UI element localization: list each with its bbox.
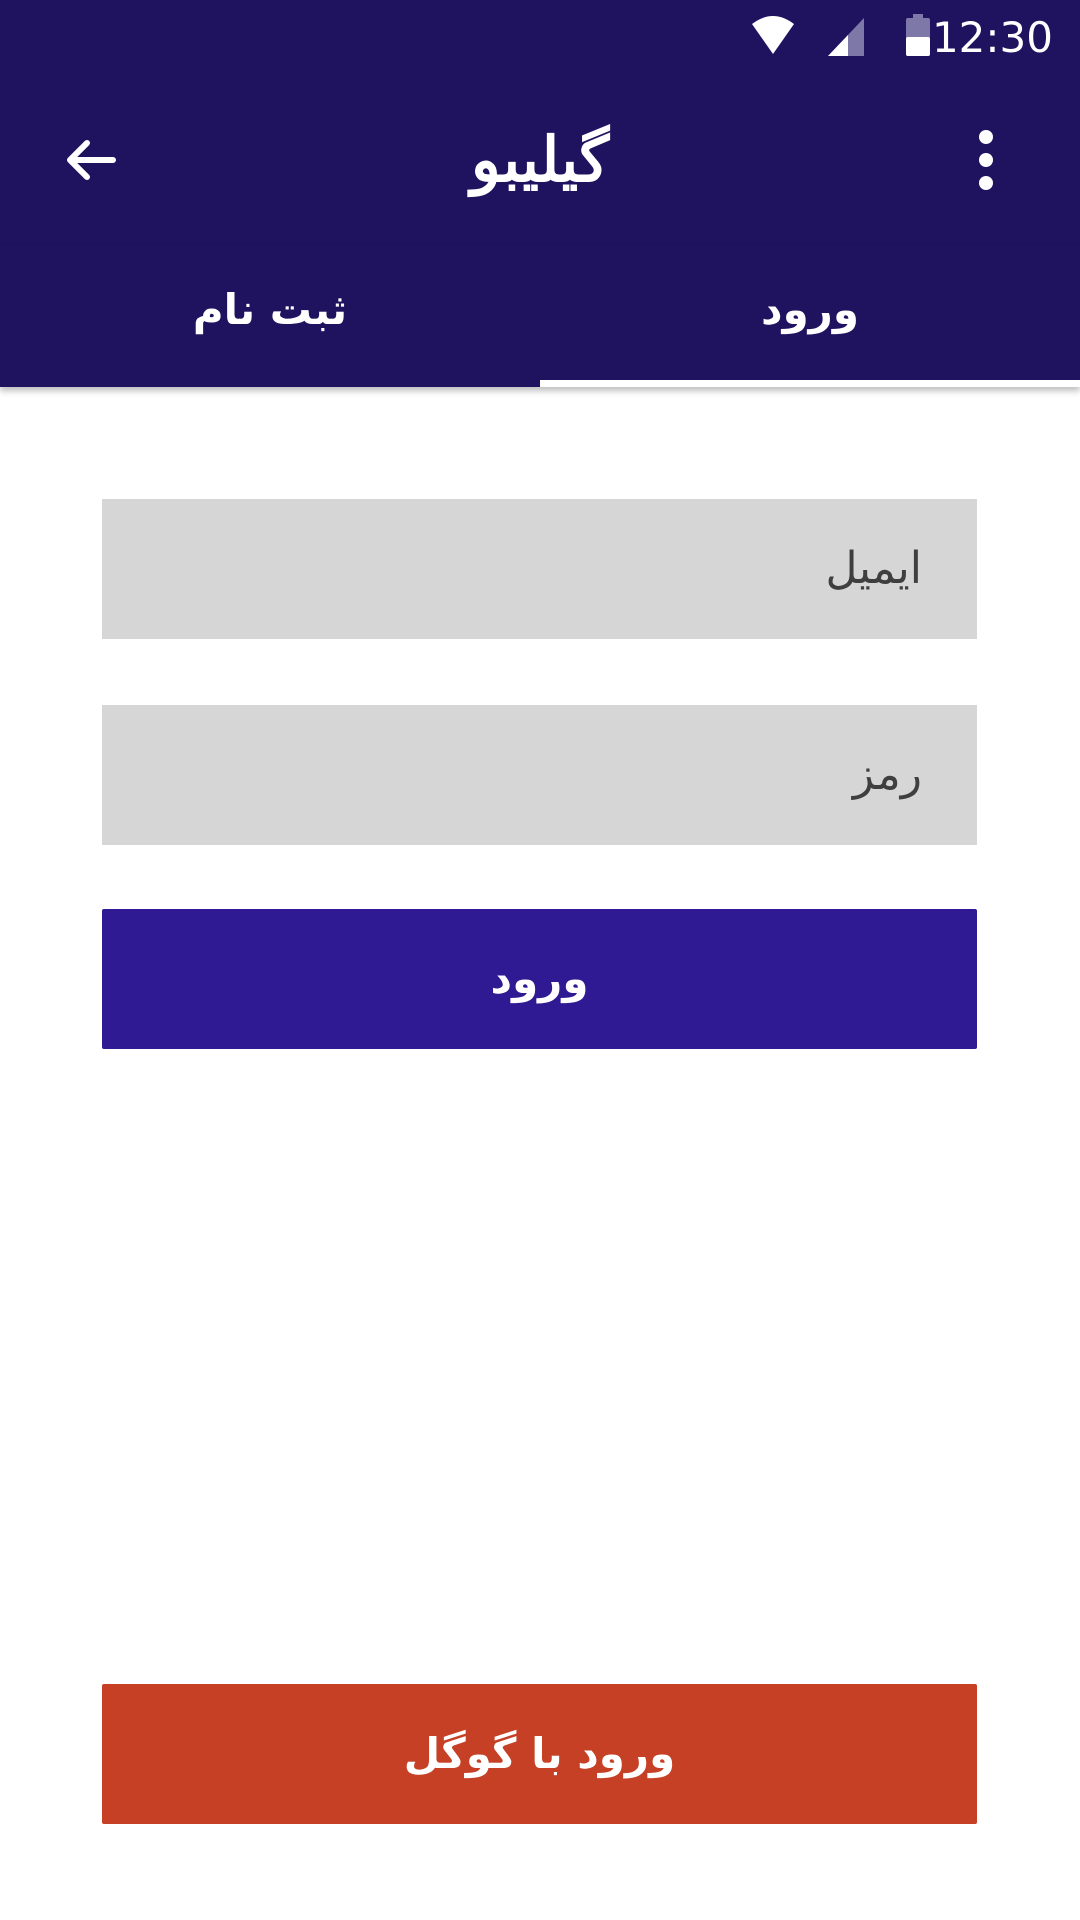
more-vert-icon <box>979 130 993 190</box>
overflow-menu-button[interactable] <box>958 125 1014 195</box>
status-time: 12:30 <box>931 13 1053 62</box>
password-placeholder: رمز <box>852 749 922 800</box>
tab-login[interactable]: ورود <box>540 245 1080 387</box>
login-button[interactable]: ورود <box>102 909 977 1049</box>
google-login-button[interactable]: ورود با گوگل <box>102 1684 977 1824</box>
status-bar: 12:30 <box>0 0 1080 75</box>
password-field[interactable]: رمز <box>102 705 977 845</box>
app-bar: گیلیبو <box>0 75 1080 245</box>
app-title: گیلیبو <box>470 123 610 196</box>
tab-selected-indicator <box>540 380 1080 387</box>
tab-register[interactable]: ثبت نام <box>0 245 540 387</box>
cellular-signal-icon <box>828 18 864 56</box>
email-placeholder: ایمیل <box>825 543 922 594</box>
tab-bar: ثبت نام ورود <box>0 245 1080 387</box>
email-field[interactable]: ایمیل <box>102 499 977 639</box>
battery-icon <box>906 14 930 56</box>
wifi-icon <box>752 16 794 54</box>
